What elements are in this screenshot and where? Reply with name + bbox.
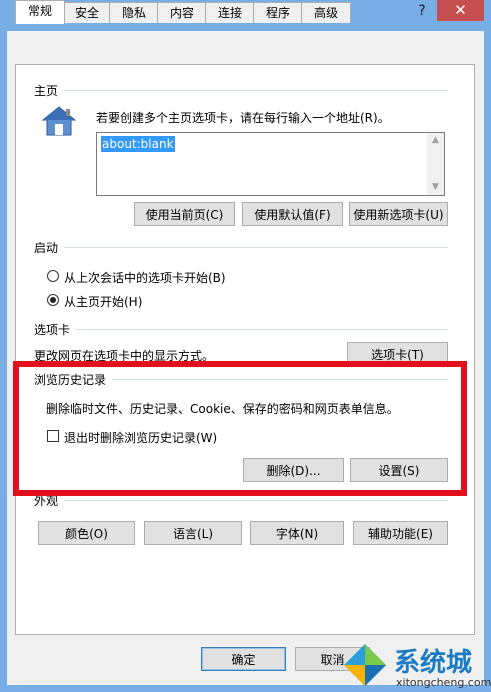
tabs-group-title: 选项卡 bbox=[34, 321, 77, 338]
watermark-url: xitongcheng.com bbox=[396, 676, 491, 689]
group-divider bbox=[36, 500, 448, 501]
close-button[interactable]: ✕ bbox=[437, 0, 484, 21]
startup-radio-home[interactable] bbox=[47, 294, 59, 306]
colors-button[interactable]: 颜色(O) bbox=[38, 521, 135, 545]
scroll-down-arrow-icon[interactable]: ▼ bbox=[427, 180, 444, 195]
group-divider bbox=[36, 329, 448, 330]
watermark-logo-icon bbox=[344, 644, 386, 686]
home-group-title: 主页 bbox=[34, 82, 65, 99]
use-default-button[interactable]: 使用默认值(F) bbox=[242, 202, 343, 226]
group-divider bbox=[36, 247, 448, 248]
startup-option2-label[interactable]: 从主页开始(H) bbox=[64, 293, 142, 310]
accessibility-button[interactable]: 辅助功能(E) bbox=[353, 521, 448, 545]
fonts-button[interactable]: 字体(N) bbox=[250, 521, 344, 545]
use-new-tab-button[interactable]: 使用新选项卡(U) bbox=[349, 202, 448, 226]
startup-radio-last-session[interactable] bbox=[47, 270, 59, 282]
ok-button[interactable]: 确定 bbox=[201, 647, 286, 671]
languages-button[interactable]: 语言(L) bbox=[144, 521, 242, 545]
tab-connections[interactable]: 连接 bbox=[205, 2, 255, 23]
startup-group-title: 启动 bbox=[34, 239, 65, 256]
group-divider bbox=[36, 90, 448, 91]
home-instruction: 若要创建多个主页选项卡，请在每行输入一个地址(R)。 bbox=[96, 111, 390, 125]
tab-content[interactable]: 内容 bbox=[157, 2, 207, 23]
tab-security[interactable]: 安全 bbox=[63, 2, 111, 23]
use-current-button[interactable]: 使用当前页(C) bbox=[134, 202, 235, 226]
watermark-brand: 系统城 bbox=[394, 648, 473, 678]
tab-privacy[interactable]: 隐私 bbox=[109, 2, 159, 23]
tab-programs[interactable]: 程序 bbox=[253, 2, 303, 23]
textarea-scrollbar[interactable]: ▲ ▼ bbox=[427, 133, 444, 195]
watermark: 系统城 xitongcheng.com bbox=[340, 640, 491, 692]
home-address-text: about:blank bbox=[101, 136, 175, 152]
help-button[interactable]: ? bbox=[410, 1, 434, 22]
home-address-textarea[interactable]: about:blank ▲ ▼ bbox=[96, 132, 445, 196]
tab-advanced[interactable]: 高级 bbox=[301, 2, 351, 23]
home-icon bbox=[41, 106, 77, 136]
highlight-box bbox=[13, 361, 467, 496]
scroll-up-arrow-icon[interactable]: ▲ bbox=[427, 133, 444, 148]
tab-general[interactable]: 常规 bbox=[15, 0, 65, 24]
startup-option1-label[interactable]: 从上次会话中的选项卡开始(B) bbox=[64, 269, 226, 286]
